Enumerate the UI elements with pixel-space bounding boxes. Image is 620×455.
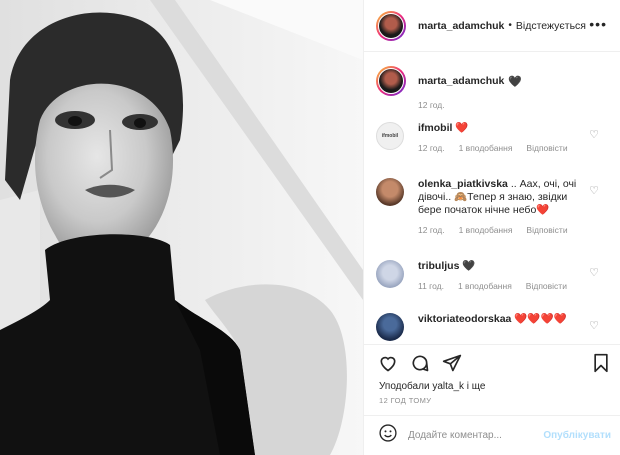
post-actions: Уподобали yalta_k і ще: [364, 344, 620, 404]
like-comment-heart-icon[interactable]: ♡: [589, 266, 599, 279]
liked-by-text[interactable]: Уподобали yalta_k і ще: [379, 381, 485, 392]
comment-input[interactable]: Додайте коментар...: [408, 430, 502, 441]
comment-item: viktoriateodorskaa ❤️❤️❤️❤️ ♡: [376, 313, 611, 341]
caption-avatar[interactable]: [376, 66, 406, 96]
comment-time[interactable]: 11 год.: [418, 281, 444, 291]
commenter-username[interactable]: tribuljus: [418, 260, 459, 272]
comment-text: ❤️: [455, 122, 469, 134]
caption-username[interactable]: marta_adamchuk: [418, 75, 504, 87]
share-paper-plane-icon[interactable]: [442, 353, 462, 373]
like-heart-icon[interactable]: [378, 353, 398, 373]
comment-item: olenka_piatkivska .. Аах, очі, очі дівоч…: [376, 178, 611, 235]
author-username[interactable]: marta_adamchuk: [418, 20, 504, 32]
comment-meta: 12 год. 1 вподобання Відповісти: [418, 225, 611, 235]
following-button[interactable]: Відстежується: [516, 20, 586, 32]
commenter-avatar[interactable]: ifmobil: [376, 122, 404, 150]
author-avatar[interactable]: [376, 10, 406, 41]
commenter-avatar[interactable]: [376, 260, 404, 288]
comment-body: viktoriateodorskaa ❤️❤️❤️❤️: [418, 313, 593, 326]
comment-item: tribuljus 🖤 11 год. 1 вподобання Відпові…: [376, 260, 611, 291]
posted-time[interactable]: 12 ГОД ТОМУ: [379, 396, 431, 405]
ifmobil-avatar-logo: ifmobil: [381, 133, 399, 139]
comment-meta: 11 год. 1 вподобання Відповісти: [418, 281, 611, 291]
commenter-username[interactable]: viktoriateodorskaa: [418, 313, 511, 325]
comment-body: olenka_piatkivska .. Аах, очі, очі дівоч…: [418, 178, 593, 217]
post-header: marta_adamchuk • Відстежується •••: [364, 0, 620, 52]
like-comment-heart-icon[interactable]: ♡: [589, 184, 599, 197]
emoji-icon[interactable]: [378, 423, 398, 448]
publish-button[interactable]: Опублікувати: [543, 430, 611, 441]
add-comment-bar: Додайте коментар... Опублікувати: [364, 415, 620, 455]
post-side-panel: marta_adamchuk • Відстежується ••• marta…: [363, 0, 620, 455]
caption-time[interactable]: 12 год.: [418, 100, 611, 110]
comment-likes[interactable]: 1 вподобання: [459, 143, 513, 153]
commenter-avatar[interactable]: [376, 313, 404, 341]
post-caption: marta_adamchuk 🖤 12 год.: [376, 66, 611, 110]
comment-bubble-icon[interactable]: [410, 353, 430, 373]
like-comment-heart-icon[interactable]: ♡: [589, 319, 599, 332]
reply-button[interactable]: Відповісти: [526, 143, 567, 153]
commenter-username[interactable]: ifmobil: [418, 122, 452, 134]
comment-meta: 12 год. 1 вподобання Відповісти: [418, 143, 611, 153]
comment-body: ifmobil ❤️: [418, 122, 593, 135]
reply-button[interactable]: Відповісти: [526, 225, 567, 235]
like-comment-heart-icon[interactable]: ♡: [589, 128, 599, 141]
more-options-icon[interactable]: •••: [589, 17, 607, 31]
comment-likes[interactable]: 1 вподобання: [458, 281, 512, 291]
comment-time[interactable]: 12 год.: [418, 143, 445, 153]
caption-text: 🖤: [508, 75, 523, 88]
comment-text: 🖤: [462, 260, 476, 272]
comment-text: ❤️❤️❤️❤️: [514, 313, 567, 325]
commenter-username[interactable]: olenka_piatkivska: [418, 178, 508, 190]
comment-item: ifmobil ifmobil ❤️ 12 год. 1 вподобання …: [376, 122, 611, 153]
comment-time[interactable]: 12 год.: [418, 225, 445, 235]
header-separator: •: [508, 20, 512, 31]
reply-button[interactable]: Відповісти: [526, 281, 567, 291]
comment-likes[interactable]: 1 вподобання: [459, 225, 513, 235]
post-image: [0, 0, 363, 455]
post-photo[interactable]: [0, 0, 363, 455]
commenter-avatar[interactable]: [376, 178, 404, 206]
save-bookmark-icon[interactable]: [591, 353, 611, 373]
comment-body: tribuljus 🖤: [418, 260, 593, 273]
